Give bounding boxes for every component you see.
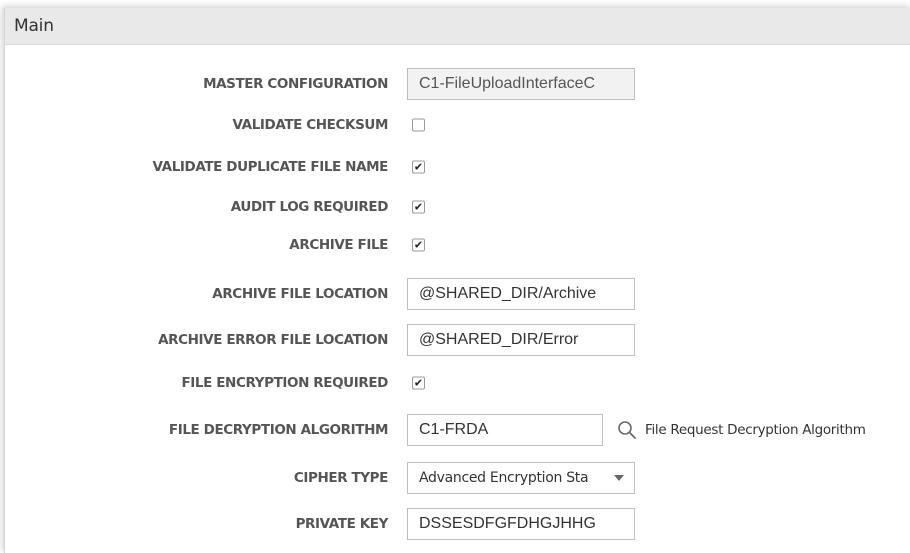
private-key-input[interactable]: DSSESDFGFDHGJHHG [407,508,635,540]
file-decryption-algorithm-input[interactable]: C1-FRDA [407,414,603,446]
file-encryption-required-checkbox[interactable]: ✔ [412,376,425,390]
archive-file-checkbox[interactable]: ✔ [412,238,425,252]
row-archive-file: ARCHIVE FILE ✔ [5,227,910,263]
archive-error-file-location-input[interactable]: @SHARED_DIR/Error [407,324,635,356]
search-icon[interactable] [617,420,637,440]
row-archive-file-location: ARCHIVE FILE LOCATION @SHARED_DIR/Archiv… [5,276,910,312]
master-configuration-field[interactable]: C1-FileUploadInterfaceC [407,68,635,100]
section-title: Main [14,16,54,36]
row-file-encryption-required: FILE ENCRYPTION REQUIRED ✔ [5,365,910,401]
archive-file-location-input[interactable]: @SHARED_DIR/Archive [407,278,635,310]
section-header[interactable]: Main [5,8,910,45]
row-validate-checksum: VALIDATE CHECKSUM [5,107,910,143]
validate-checksum-label: VALIDATE CHECKSUM [232,117,389,133]
file-encryption-required-label: FILE ENCRYPTION REQUIRED [181,375,388,391]
chevron-down-icon [614,475,624,481]
cipher-type-label: CIPHER TYPE [293,470,389,486]
row-master-configuration: MASTER CONFIGURATION C1-FileUploadInterf… [5,66,910,102]
file-decryption-algorithm-description: File Request Decryption Algorithm [645,422,866,438]
row-archive-error-file-location: ARCHIVE ERROR FILE LOCATION @SHARED_DIR/… [5,322,910,358]
validate-duplicate-file-name-checkbox[interactable]: ✔ [412,160,425,174]
cipher-type-selected-value: Advanced Encryption Sta [419,470,589,486]
row-private-key: PRIVATE KEY DSSESDFGFDHGJHHG [5,506,910,542]
file-decryption-algorithm-label: FILE DECRYPTION ALGORITHM [168,422,389,438]
row-audit-log-required: AUDIT LOG REQUIRED ✔ [5,189,910,225]
main-panel: Main MASTER CONFIGURATION C1-FileUploadI… [4,8,910,553]
private-key-label: PRIVATE KEY [295,516,389,532]
audit-log-required-label: AUDIT LOG REQUIRED [230,199,389,215]
audit-log-required-checkbox[interactable]: ✔ [412,200,425,214]
validate-checksum-checkbox[interactable] [412,118,425,132]
archive-file-location-label: ARCHIVE FILE LOCATION [212,286,388,302]
cipher-type-select[interactable]: Advanced Encryption Sta [407,462,635,494]
row-file-decryption-algorithm: FILE DECRYPTION ALGORITHM C1-FRDA File R… [5,412,910,448]
row-validate-duplicate-file-name: VALIDATE DUPLICATE FILE NAME ✔ [5,149,910,185]
row-cipher-type: CIPHER TYPE Advanced Encryption Sta [5,460,910,496]
archive-error-file-location-label: ARCHIVE ERROR FILE LOCATION [158,332,388,348]
archive-file-label: ARCHIVE FILE [289,237,388,253]
validate-duplicate-file-name-label: VALIDATE DUPLICATE FILE NAME [152,159,389,175]
master-configuration-label: MASTER CONFIGURATION [203,76,388,92]
